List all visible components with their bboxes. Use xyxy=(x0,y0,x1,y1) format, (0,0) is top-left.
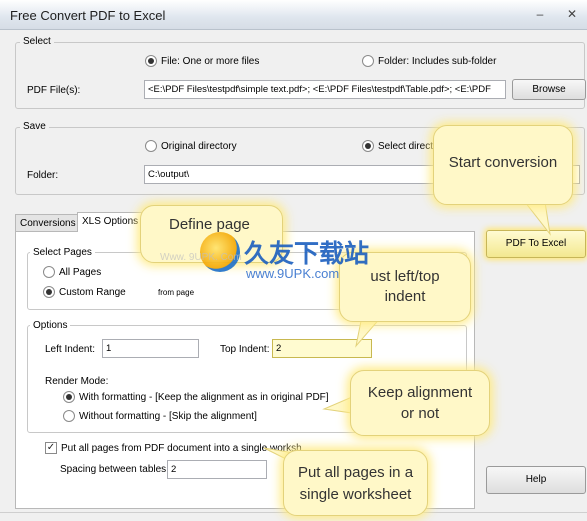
title-bar: Free Convert PDF to Excel – ✕ xyxy=(0,0,587,30)
close-icon[interactable]: ✕ xyxy=(562,4,582,24)
file-radio-label: File: One or more files xyxy=(161,56,260,67)
single-sheet-checkbox[interactable]: ✓ xyxy=(45,442,57,454)
spacing-input[interactable]: 2 xyxy=(167,460,267,479)
with-formatting-label: With formatting - [Keep the alignment as… xyxy=(79,392,329,403)
options-label: Options xyxy=(30,320,71,331)
custom-range-radio[interactable] xyxy=(43,286,55,298)
select-pages-label: Select Pages xyxy=(30,247,95,258)
without-formatting-label: Without formatting - [Skip the alignment… xyxy=(79,411,257,422)
select-group-label: Select xyxy=(20,36,54,47)
spacing-label: Spacing between tables: xyxy=(60,464,169,475)
pdf-files-label: PDF File(s): xyxy=(27,85,81,96)
callout-keep-alignment: Keep alignment or not xyxy=(350,370,490,436)
window-title: Free Convert PDF to Excel xyxy=(10,8,166,23)
file-radio[interactable] xyxy=(145,55,157,67)
select-directory-radio[interactable] xyxy=(362,140,374,152)
custom-range-label: Custom Range xyxy=(59,287,126,298)
watermark-url: www.9UPK.com xyxy=(246,266,340,281)
select-directory-label: Select directo xyxy=(378,141,439,152)
browse-button[interactable]: Browse xyxy=(512,79,586,100)
from-page-label: from page xyxy=(158,288,195,297)
render-mode-label: Render Mode: xyxy=(45,376,109,387)
all-pages-radio[interactable] xyxy=(43,266,55,278)
left-indent-label: Left Indent: xyxy=(45,344,96,355)
with-formatting-radio[interactable] xyxy=(63,391,75,403)
without-formatting-radio[interactable] xyxy=(63,410,75,422)
top-indent-label: Top Indent: xyxy=(220,344,270,355)
folder-label: Folder: xyxy=(27,170,59,181)
help-button[interactable]: Help xyxy=(486,466,586,494)
tab-xls-options[interactable]: XLS Options xyxy=(77,212,144,232)
all-pages-label: All Pages xyxy=(59,267,102,278)
watermark-cn-text: 久友下载站 xyxy=(244,239,370,268)
folder-radio-label: Folder: Includes sub-folder xyxy=(378,56,497,67)
minimize-icon[interactable]: – xyxy=(530,4,550,24)
save-group-label: Save xyxy=(20,121,49,132)
watermark-url-small: Www. 9UPK. Com xyxy=(160,252,242,263)
original-directory-label: Original directory xyxy=(161,141,237,152)
callout-put-all-pages: Put all pages in a single worksheet xyxy=(283,450,428,516)
callout-start-conversion: Start conversion xyxy=(433,125,573,205)
pdf-files-input[interactable]: <E:\PDF Files\testpdf\simple text.pdf>; … xyxy=(144,80,506,99)
folder-radio[interactable] xyxy=(362,55,374,67)
tab-conversions[interactable]: Conversions xyxy=(15,214,81,232)
left-indent-input[interactable]: 1 xyxy=(102,339,199,358)
callout-start-conversion-pointer xyxy=(523,201,551,236)
original-directory-radio[interactable] xyxy=(145,140,157,152)
